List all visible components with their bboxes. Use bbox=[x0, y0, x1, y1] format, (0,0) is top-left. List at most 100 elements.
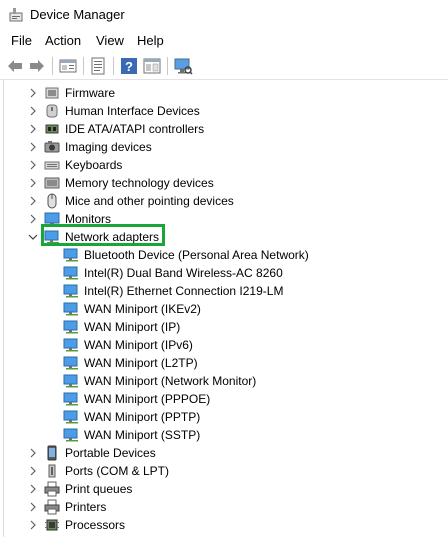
tree-category-firmware[interactable]: Firmware bbox=[0, 84, 448, 102]
memory-icon bbox=[44, 177, 60, 189]
chevron-right-icon[interactable] bbox=[27, 213, 39, 225]
toolbar: ? bbox=[0, 53, 448, 80]
network-adapter-label: WAN Miniport (IP) bbox=[84, 320, 181, 334]
tree-category-label: Printers bbox=[65, 500, 107, 514]
device-manager-app-icon bbox=[9, 8, 23, 22]
chevron-right-icon[interactable] bbox=[27, 501, 39, 513]
firmware-icon bbox=[45, 87, 59, 99]
tree-category-ide-ata-atapi-controllers[interactable]: IDE ATA/ATAPI controllers bbox=[0, 120, 448, 138]
tree-category-portable-devices[interactable]: Portable Devices bbox=[0, 444, 448, 462]
network-adapter-item[interactable]: WAN Miniport (L2TP) bbox=[0, 354, 448, 372]
chevron-right-icon[interactable] bbox=[27, 177, 39, 189]
action-pane-icon[interactable] bbox=[142, 56, 162, 76]
menu-bar: File Action View Help bbox=[0, 30, 448, 52]
network-adapter-item[interactable]: Intel(R) Ethernet Connection I219-LM bbox=[0, 282, 448, 300]
portable-device-icon bbox=[47, 445, 57, 461]
network-adapter-item[interactable]: Bluetooth Device (Personal Area Network) bbox=[0, 246, 448, 264]
tree-category-mice-and-other-pointing-devices[interactable]: Mice and other pointing devices bbox=[0, 192, 448, 210]
tree-category-label: Keyboards bbox=[65, 158, 123, 172]
properties-view-icon[interactable] bbox=[58, 56, 78, 76]
tree-category-label: Memory technology devices bbox=[65, 176, 214, 190]
hid-icon bbox=[46, 104, 58, 118]
chevron-right-icon[interactable] bbox=[27, 447, 39, 459]
tree-category-label: Imaging devices bbox=[65, 140, 152, 154]
tree-category-processors[interactable]: Processors bbox=[0, 516, 448, 534]
tree-category-label: Firmware bbox=[65, 86, 115, 100]
monitor-scan-icon[interactable] bbox=[173, 56, 193, 76]
forward-icon[interactable] bbox=[27, 56, 47, 76]
chevron-right-icon[interactable] bbox=[27, 159, 39, 171]
keyboard-icon bbox=[44, 161, 60, 170]
ide-controller-icon bbox=[45, 124, 59, 134]
tree-category-label: Print queues bbox=[65, 482, 133, 496]
network-adapter-item[interactable]: WAN Miniport (IPv6) bbox=[0, 336, 448, 354]
network-adapter-icon bbox=[63, 266, 78, 280]
tree-category-memory-technology-devices[interactable]: Memory technology devices bbox=[0, 174, 448, 192]
network-adapter-icon bbox=[63, 428, 78, 442]
network-adapter-item[interactable]: WAN Miniport (IKEv2) bbox=[0, 300, 448, 318]
tree-category-keyboards[interactable]: Keyboards bbox=[0, 156, 448, 174]
network-adapter-item[interactable]: WAN Miniport (Network Monitor) bbox=[0, 372, 448, 390]
tree-category-label: Ports (COM & LPT) bbox=[65, 464, 170, 478]
mouse-icon bbox=[47, 193, 57, 209]
chevron-right-icon[interactable] bbox=[27, 483, 39, 495]
tree-category-label: Portable Devices bbox=[65, 446, 156, 460]
chevron-right-icon[interactable] bbox=[27, 195, 39, 207]
toolbar-separator bbox=[52, 57, 53, 75]
network-adapter-label: Bluetooth Device (Personal Area Network) bbox=[84, 248, 309, 262]
toolbar-separator bbox=[83, 57, 84, 75]
window-title: Device Manager bbox=[30, 7, 125, 22]
tree-category-human-interface-devices[interactable]: Human Interface Devices bbox=[0, 102, 448, 120]
chevron-right-icon[interactable] bbox=[27, 141, 39, 153]
network-adapter-item[interactable]: WAN Miniport (PPPOE) bbox=[0, 390, 448, 408]
network-adapter-icon bbox=[63, 374, 78, 388]
network-adapter-label: Intel(R) Dual Band Wireless-AC 8260 bbox=[84, 266, 283, 280]
tree-category-imaging-devices[interactable]: Imaging devices bbox=[0, 138, 448, 156]
tree-category-ports[interactable]: Ports (COM & LPT) bbox=[0, 462, 448, 480]
network-adapter-label: WAN Miniport (IKEv2) bbox=[84, 302, 201, 316]
network-adapter-item[interactable]: WAN Miniport (PPTP) bbox=[0, 408, 448, 426]
network-adapter-item[interactable]: WAN Miniport (SSTP) bbox=[0, 426, 448, 444]
network-adapter-item[interactable]: Intel(R) Dual Band Wireless-AC 8260 bbox=[0, 264, 448, 282]
toolbar-separator bbox=[113, 57, 114, 75]
menu-view[interactable]: View bbox=[96, 33, 124, 49]
help-icon[interactable]: ? bbox=[119, 56, 139, 76]
network-adapter-label: WAN Miniport (PPTP) bbox=[84, 410, 201, 424]
processor-icon bbox=[45, 519, 59, 531]
device-tree: Firmware Human Interface Devices IDE ATA… bbox=[0, 80, 448, 537]
chevron-right-icon[interactable] bbox=[27, 87, 39, 99]
toolbar-separator bbox=[167, 57, 168, 75]
network-adapter-label: WAN Miniport (PPPOE) bbox=[84, 392, 211, 406]
network-adapter-icon bbox=[63, 320, 78, 334]
network-adapter-icon bbox=[63, 392, 78, 406]
chevron-right-icon[interactable] bbox=[27, 105, 39, 117]
network-adapter-label: Intel(R) Ethernet Connection I219-LM bbox=[84, 284, 284, 298]
tree-category-print-queues[interactable]: Print queues bbox=[0, 480, 448, 498]
tree-category-printers[interactable]: Printers bbox=[0, 498, 448, 516]
svg-text:?: ? bbox=[125, 59, 133, 74]
device-manager-window: Device Manager File Action View Help ? F… bbox=[0, 0, 448, 537]
device-list-icon[interactable] bbox=[88, 56, 108, 76]
back-icon[interactable] bbox=[5, 56, 25, 76]
network-adapter-label: WAN Miniport (SSTP) bbox=[84, 428, 201, 442]
network-adapter-label: WAN Miniport (L2TP) bbox=[84, 356, 198, 370]
printer-icon bbox=[44, 481, 60, 497]
chevron-right-icon[interactable] bbox=[27, 519, 39, 531]
network-adapter-icon bbox=[63, 248, 78, 262]
menu-file[interactable]: File bbox=[11, 33, 32, 49]
network-adapter-icon bbox=[63, 338, 78, 352]
tree-category-label: Processors bbox=[65, 518, 126, 532]
tree-category-label: Human Interface Devices bbox=[65, 104, 200, 118]
menu-action[interactable]: Action bbox=[45, 33, 81, 49]
network-adapter-item[interactable]: WAN Miniport (IP) bbox=[0, 318, 448, 336]
selection-highlight bbox=[41, 224, 165, 246]
chevron-right-icon[interactable] bbox=[27, 123, 39, 135]
menu-help[interactable]: Help bbox=[137, 33, 164, 49]
network-adapter-icon bbox=[63, 410, 78, 424]
chevron-right-icon[interactable] bbox=[27, 465, 39, 477]
chevron-down-icon[interactable] bbox=[27, 231, 39, 243]
camera-icon bbox=[44, 141, 60, 153]
title-bar: Device Manager bbox=[0, 0, 448, 30]
printer-icon bbox=[44, 499, 60, 515]
network-adapter-label: WAN Miniport (Network Monitor) bbox=[84, 374, 257, 388]
